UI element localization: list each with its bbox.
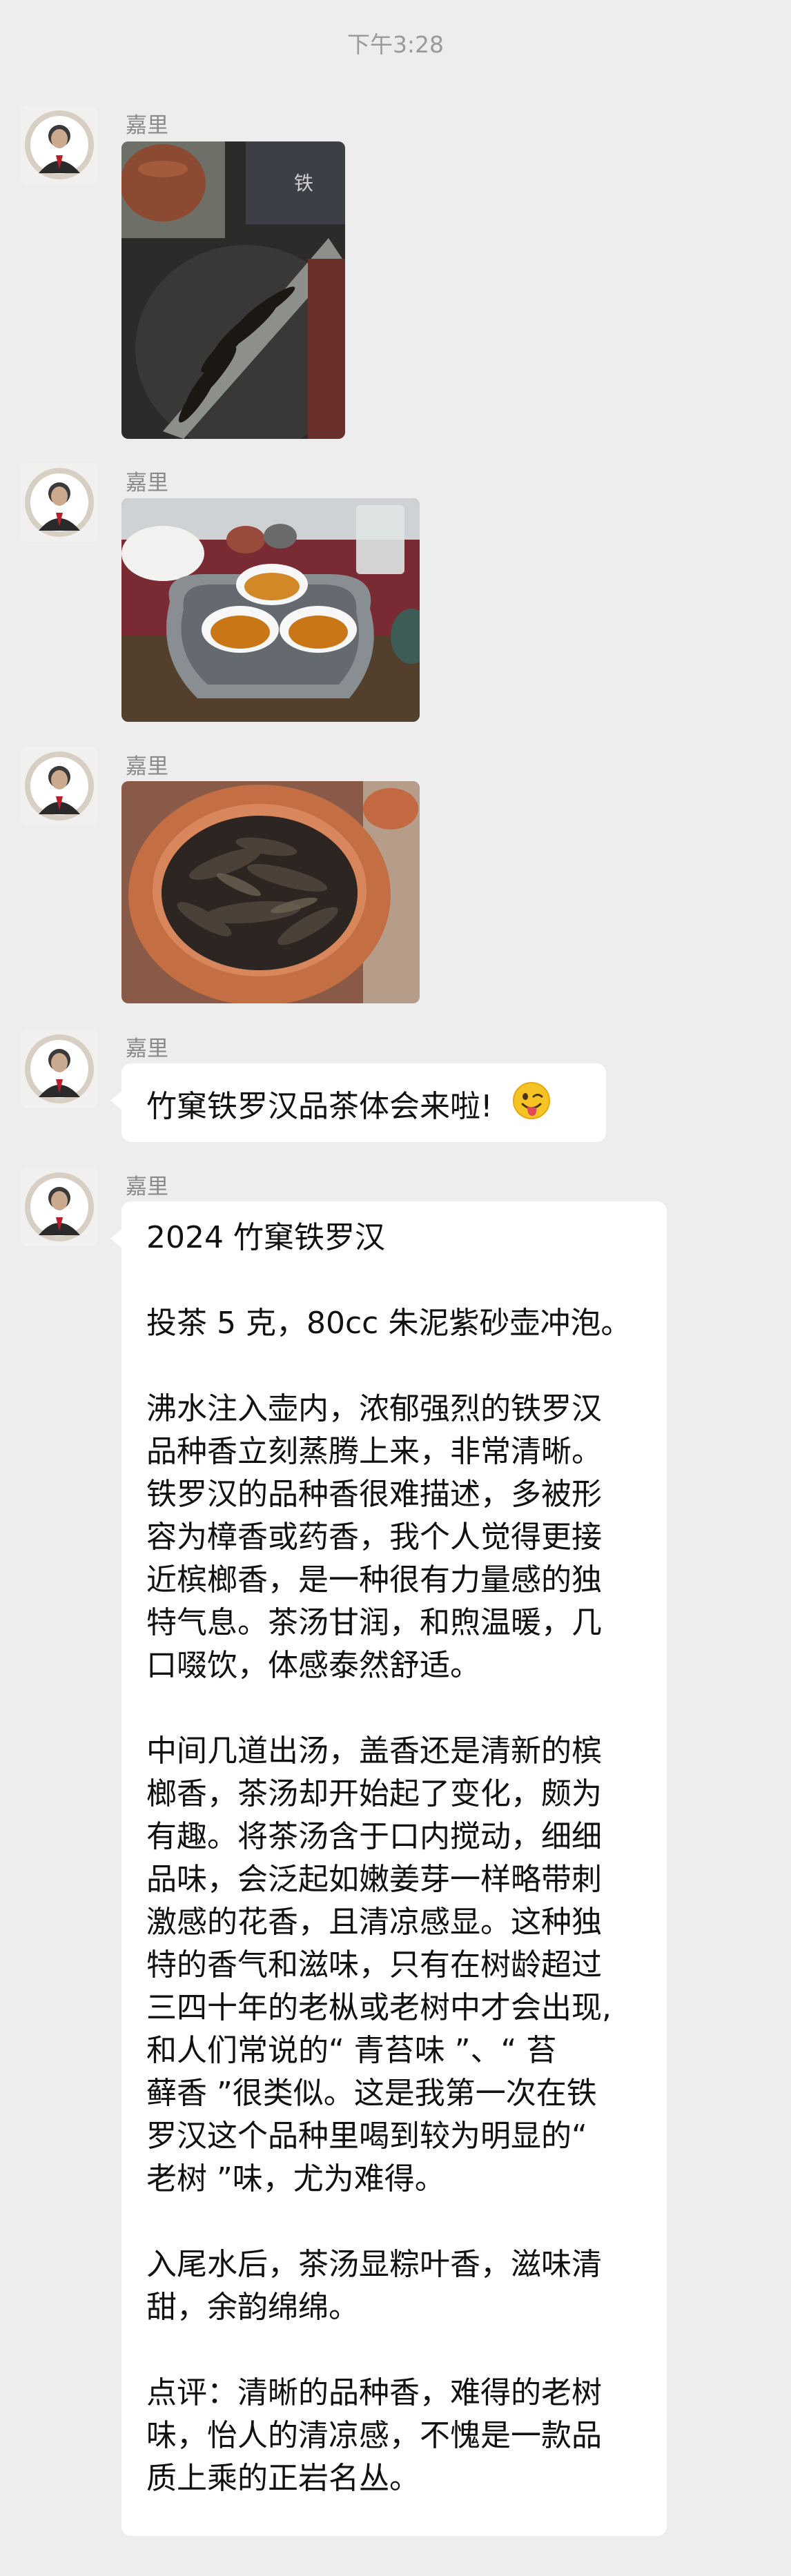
review-title: 2024 竹窠铁罗汉: [146, 1220, 385, 1255]
review-paragraph: 沸水注入壶内，浓郁强烈的铁罗汉 品种香立刻蒸腾上来，非常清晰。 铁罗汉的品种香很…: [146, 1391, 602, 1683]
sender-name: 嘉里: [126, 471, 168, 495]
avatar[interactable]: [20, 106, 99, 184]
avatar[interactable]: [20, 1168, 99, 1246]
tea-pot-leaves-photo[interactable]: [121, 781, 420, 1003]
sender-name: 嘉里: [126, 113, 168, 138]
review-paragraph: 中间几道出汤，盖香还是清新的槟 榔香，茶汤却开始起了变化，颇为 有趣。将茶汤含于…: [146, 1733, 612, 2196]
sender-name: 嘉里: [126, 1174, 168, 1199]
review-paragraph: 投茶 5 克，80cc 朱泥紫砂壶冲泡。: [146, 1306, 632, 1341]
message-text: 竹窠铁罗汉品茶体会来啦!: [146, 1088, 493, 1124]
tea-leaves-tray-photo[interactable]: 铁: [121, 141, 345, 439]
message-bubble[interactable]: 竹窠铁罗汉品茶体会来啦!: [110, 1063, 606, 1142]
avatar[interactable]: [20, 463, 99, 542]
timestamp: 下午3:28: [346, 31, 445, 58]
winking-face-tongue-icon: [512, 1081, 551, 1132]
review-paragraph: 点评：清晰的品种香，难得的老树 味，怡人的清凉感，不愧是一款品 质上乘的正岩名丛…: [146, 2375, 602, 2496]
avatar[interactable]: [20, 747, 99, 825]
review-paragraph: 入尾水后，茶汤显粽叶香，滋味清 甜，余韵绵绵。: [146, 2247, 602, 2325]
message-bubble[interactable]: 2024 竹窠铁罗汉 投茶 5 克，80cc 朱泥紫砂壶冲泡。 沸水注入壶内，浓…: [110, 1201, 667, 2536]
sender-name: 嘉里: [126, 1036, 168, 1061]
tea-cups-photo[interactable]: [121, 498, 420, 722]
svg-text:铁: 铁: [294, 172, 313, 195]
sender-name: 嘉里: [126, 754, 168, 779]
avatar[interactable]: [20, 1030, 99, 1108]
